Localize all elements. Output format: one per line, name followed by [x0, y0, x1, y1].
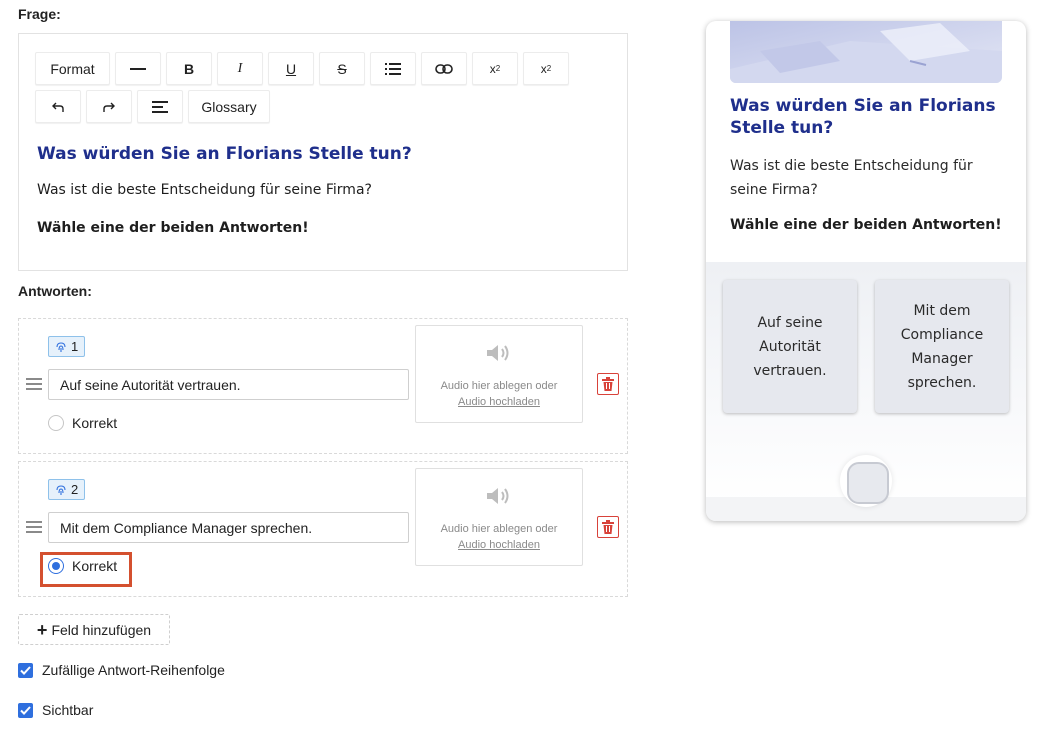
answer-card: 2 Korrekt Audio hier ablegen oder Audio … [18, 461, 628, 597]
link-icon [435, 63, 453, 74]
device-preview: Was würden Sie an Florians Stelle tun? W… [706, 21, 1026, 521]
preview-answer-card[interactable]: Mit dem Compliance Manager sprechen. [875, 280, 1009, 413]
add-field-button[interactable]: + Feld hinzufügen [18, 614, 170, 645]
redo-button[interactable] [86, 90, 132, 123]
correct-radio[interactable] [48, 415, 64, 431]
audio-drop-text: Audio hier ablegen oder [440, 523, 558, 535]
horizontal-rule-button[interactable] [115, 52, 161, 85]
audio-upload-link[interactable]: Audio hochladen [416, 537, 582, 553]
preview-instruction: Wähle eine der beiden Antworten! [730, 217, 1002, 233]
random-order-option[interactable]: Zufällige Antwort-Reihenfolge [18, 662, 225, 678]
preview-image [730, 21, 1002, 83]
preview-home-button[interactable] [840, 455, 892, 507]
correct-option[interactable]: Korrekt [48, 558, 117, 574]
correct-option[interactable]: Korrekt [48, 415, 117, 431]
delete-answer-button[interactable] [597, 373, 619, 395]
correct-label: Korrekt [72, 558, 118, 574]
preview-title: Was würden Sie an Florians Stelle tun? [730, 96, 996, 138]
redo-icon [103, 102, 115, 112]
visible-option[interactable]: Sichtbar [18, 702, 93, 718]
answer-number: 1 [71, 339, 79, 354]
align-left-icon [152, 100, 168, 113]
strikethrough-button[interactable]: S [319, 52, 365, 85]
speaker-icon [487, 488, 509, 504]
format-dropdown[interactable]: Format [35, 52, 110, 85]
glossary-button[interactable]: Glossary [188, 90, 270, 123]
check-icon [20, 705, 31, 715]
bold-button[interactable]: B [166, 52, 212, 85]
visible-label: Sichtbar [42, 702, 94, 718]
question-editor[interactable]: Format B I U S x2 x2 Glossary Was würden… [18, 33, 628, 271]
italic-button[interactable]: I [217, 52, 263, 85]
check-icon [20, 665, 31, 675]
answer-text-input[interactable] [48, 512, 409, 543]
answer-number-badge: 1 [48, 336, 86, 357]
drag-handle-icon[interactable] [26, 521, 42, 533]
speaker-icon [487, 345, 509, 361]
subscript-button[interactable]: x2 [523, 52, 569, 85]
superscript-button[interactable]: x2 [472, 52, 518, 85]
correct-radio-selected[interactable] [48, 558, 64, 574]
answers-label: Antworten: [18, 283, 92, 299]
audio-drop-text: Audio hier ablegen oder [440, 380, 558, 392]
answer-text-input[interactable] [48, 369, 409, 400]
trash-icon [602, 520, 614, 534]
answer-card: 1 Korrekt Audio hier ablegen oder Audio … [18, 318, 628, 454]
editor-bold-line[interactable]: Wähle eine der beiden Antworten! [37, 220, 309, 236]
drag-handle-icon[interactable] [26, 378, 42, 390]
preview-text: Was ist die beste Entscheidung für seine… [730, 158, 973, 198]
audio-upload-link[interactable]: Audio hochladen [416, 394, 582, 410]
fingerprint-icon [56, 341, 66, 352]
align-button[interactable] [137, 90, 183, 123]
question-label: Frage: [18, 6, 61, 22]
trash-icon [602, 377, 614, 391]
answer-number: 2 [71, 482, 79, 497]
editor-paragraph[interactable]: Was ist die beste Entscheidung für seine… [37, 182, 372, 198]
delete-answer-button[interactable] [597, 516, 619, 538]
underline-button[interactable]: U [268, 52, 314, 85]
fingerprint-icon [56, 484, 66, 495]
undo-button[interactable] [35, 90, 81, 123]
horizontal-rule-icon [130, 67, 146, 70]
subscript-index: 2 [546, 64, 552, 73]
add-field-label: Feld hinzufügen [51, 621, 152, 638]
visible-checkbox[interactable] [18, 702, 33, 718]
editor-heading[interactable]: Was würden Sie an Florians Stelle tun? [37, 144, 412, 164]
audio-dropzone[interactable]: Audio hier ablegen oder Audio hochladen [415, 325, 583, 423]
random-order-label: Zufällige Antwort-Reihenfolge [42, 662, 225, 678]
preview-answer-card[interactable]: Auf seine Autorität vertrauen. [723, 280, 857, 413]
superscript-index: 2 [495, 64, 501, 73]
random-order-checkbox[interactable] [18, 662, 33, 678]
answer-number-badge: 2 [48, 479, 86, 500]
correct-label: Korrekt [72, 415, 118, 431]
link-button[interactable] [421, 52, 467, 85]
undo-icon [52, 102, 64, 112]
bullet-list-button[interactable] [370, 52, 416, 85]
audio-dropzone[interactable]: Audio hier ablegen oder Audio hochladen [415, 468, 583, 566]
preview-illustration [730, 21, 1002, 83]
bullet-list-icon [385, 62, 401, 75]
plus-icon: + [36, 619, 48, 640]
